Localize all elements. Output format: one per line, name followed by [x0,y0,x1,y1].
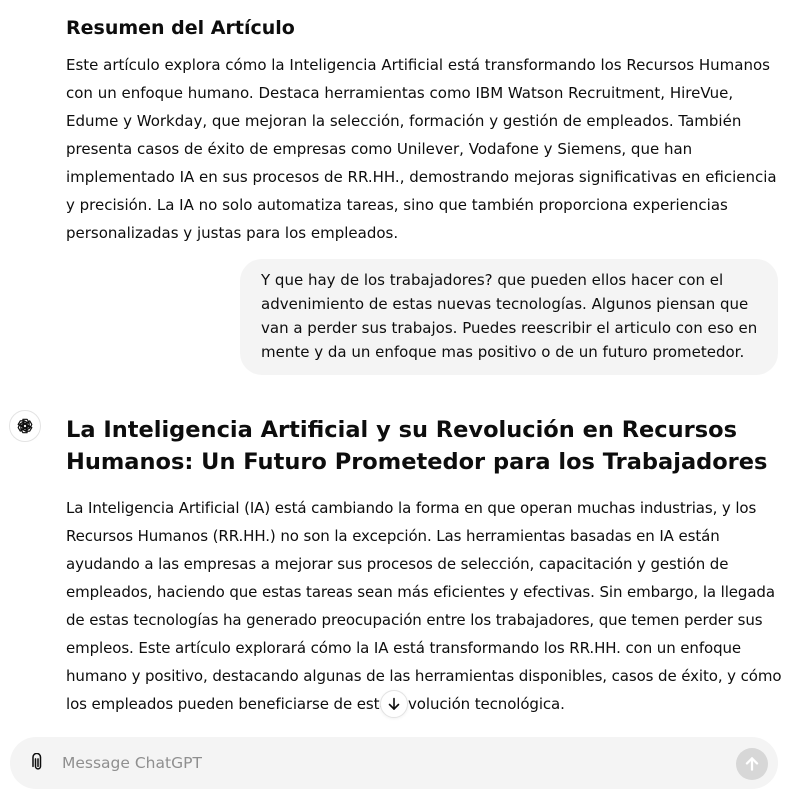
user-message-bubble: Y que hay de los trabajadores? que puede… [240,259,778,375]
article-paragraph: La Inteligencia Artificial (IA) está cam… [66,499,782,713]
scroll-to-bottom-button[interactable] [380,690,408,718]
send-button[interactable] [736,748,768,780]
paperclip-icon [32,753,42,770]
article-title: La Inteligencia Artificial y su Revoluci… [66,417,768,475]
summary-heading: Resumen del Artículo [66,17,295,39]
attach-file-button[interactable] [26,751,50,775]
message-input[interactable] [62,749,722,777]
arrow-down-icon [388,697,400,710]
message-composer [10,737,778,789]
summary-paragraph: Este artículo explora cómo la Inteligenc… [66,56,777,242]
user-message-text: Y que hay de los trabajadores? que puede… [261,271,758,361]
openai-logo-icon [9,410,41,442]
arrow-up-icon [745,757,759,771]
chat-page: Resumen del Artículo Este artículo explo… [0,0,790,790]
